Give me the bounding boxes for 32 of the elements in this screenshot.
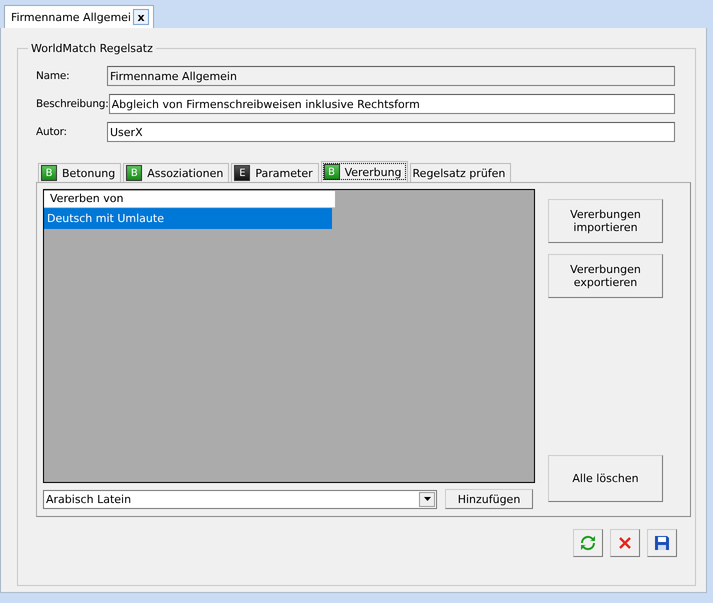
save-icon [654,535,670,551]
badge: B [126,165,142,181]
document-tab-title: Firmenname Allgemei [11,10,131,24]
add-button[interactable]: Hinzufügen [445,489,533,509]
group-title: WorldMatch Regelsatz [30,42,154,55]
side-button[interactable]: Vererbungen exportieren [548,254,663,298]
tab[interactable]: B Betonung [38,163,122,182]
badge: B [324,164,340,180]
tab[interactable]: B Assoziationen [123,163,230,182]
badge: B [41,165,57,181]
save-button[interactable] [647,529,677,557]
refresh-button[interactable] [573,529,603,557]
side-button[interactable]: Vererbungen importieren [548,199,663,243]
table-row[interactable]: Deutsch mit Umlaute [44,208,332,229]
tab[interactable]: B Vererbung [320,161,408,182]
input-field[interactable]: UserX [107,122,675,142]
tab[interactable]: Regelsatz prüfen [410,163,512,182]
field-label: Autor: [36,126,68,138]
field-label: Beschreibung: [36,98,109,110]
dropdown-value: Arabisch Latein [46,492,132,506]
document-tab[interactable]: Firmenname Allgemei x [4,5,154,28]
column-header[interactable]: Vererben von [44,191,335,208]
tab[interactable]: E Parameter [231,163,319,182]
refresh-icon [580,535,596,551]
input-field[interactable]: Abgleich von Firmenschreibweisen inklusive Rechtsform [108,94,675,114]
clear-button[interactable]: Alle löschen [548,455,663,502]
cancel-button[interactable] [610,529,640,557]
close-icon [618,536,632,550]
dropdown[interactable]: Arabisch Latein [43,490,437,508]
badge: E [234,165,250,181]
field-label: Name: [36,70,71,82]
close-button[interactable]: x [133,9,149,25]
